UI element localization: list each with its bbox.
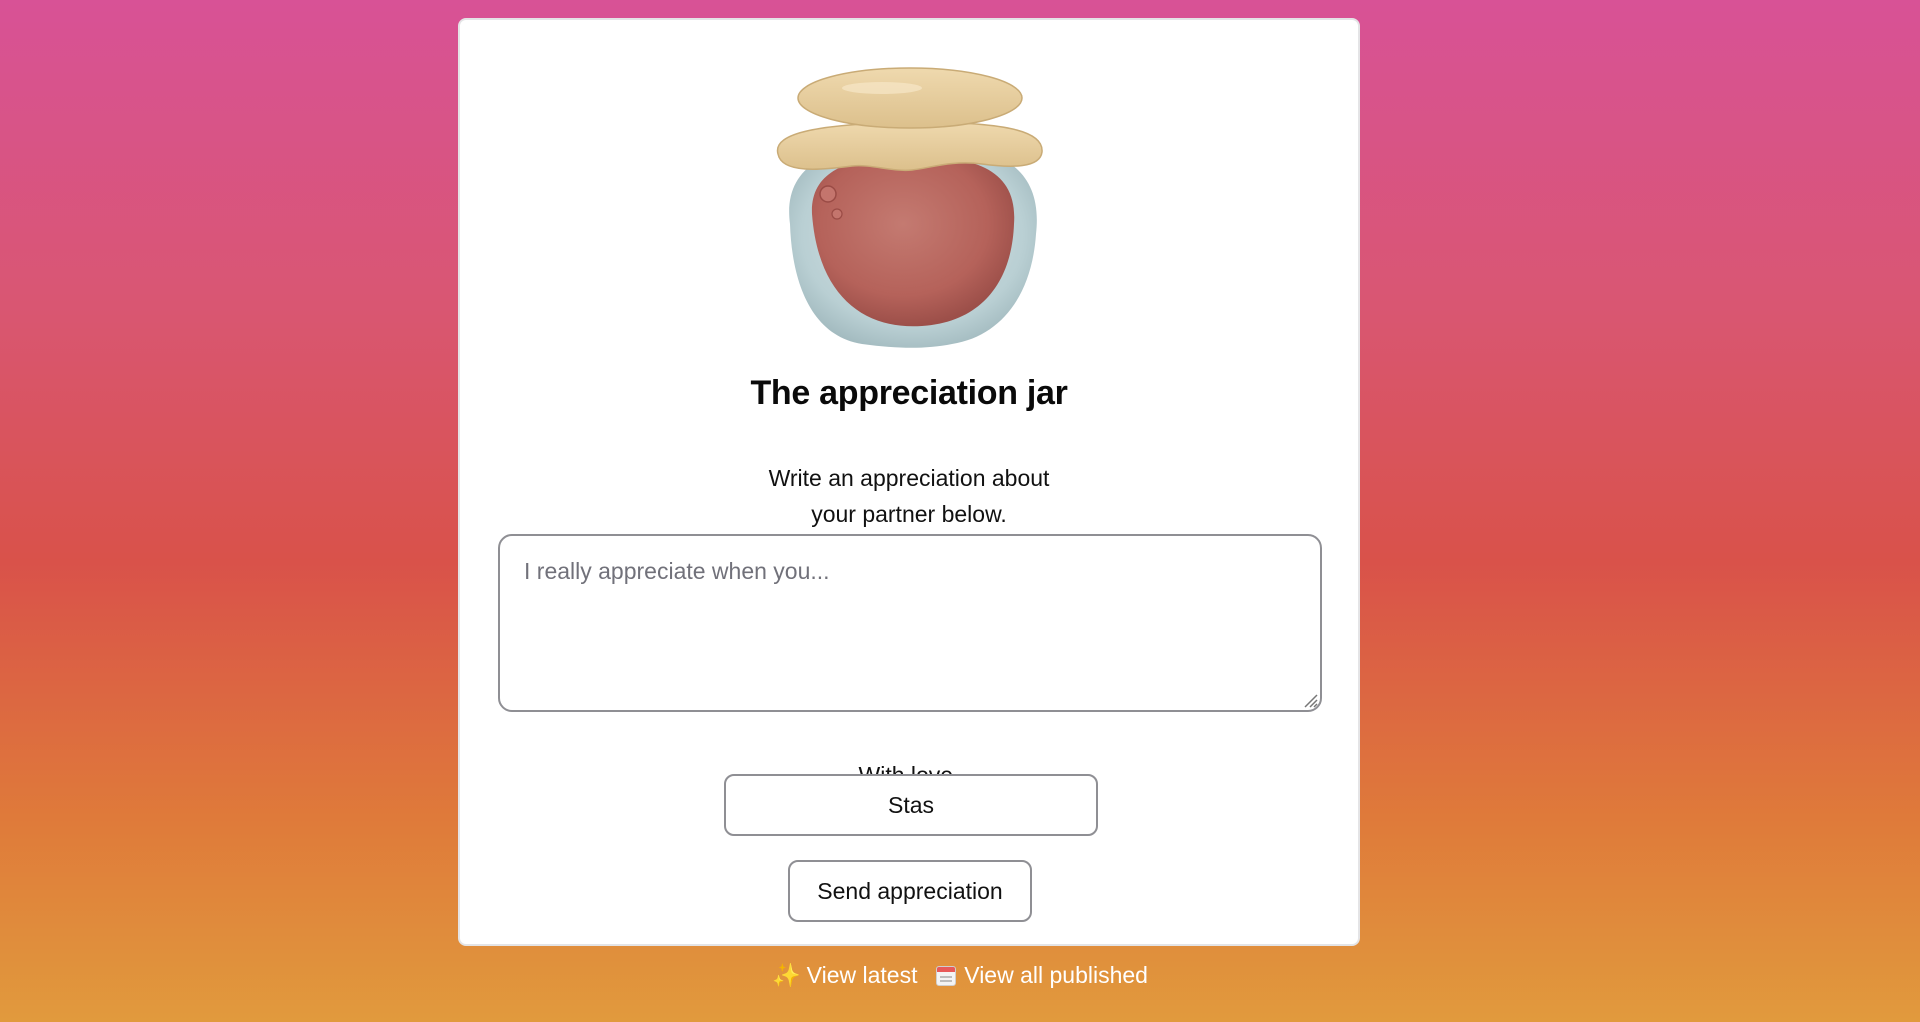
jar-illustration	[762, 64, 1062, 364]
calendar-icon	[936, 966, 957, 986]
resize-handle-icon[interactable]	[1302, 692, 1318, 708]
sparkles-icon: ✨	[772, 962, 801, 988]
jam-jar-icon	[776, 67, 1043, 348]
instructions-text: Write an appreciation about your partner…	[460, 460, 1358, 532]
sender-name-input[interactable]	[724, 774, 1098, 836]
instructions-line-1: Write an appreciation about	[768, 465, 1050, 491]
view-all-published-label: View all published	[964, 962, 1148, 988]
appreciation-message-input[interactable]	[498, 534, 1322, 712]
send-appreciation-button[interactable]: Send appreciation	[788, 860, 1032, 922]
instructions-line-2: your partner below.	[811, 501, 1007, 527]
appreciation-card: The appreciation jar Write an appreciati…	[458, 18, 1360, 946]
footer-links: ✨ View latest View all published	[0, 962, 1920, 989]
view-latest-link[interactable]: ✨ View latest	[772, 962, 924, 988]
page-title: The appreciation jar	[750, 374, 1068, 412]
view-latest-label: View latest	[806, 962, 918, 988]
view-all-published-link[interactable]: View all published	[936, 962, 1148, 988]
